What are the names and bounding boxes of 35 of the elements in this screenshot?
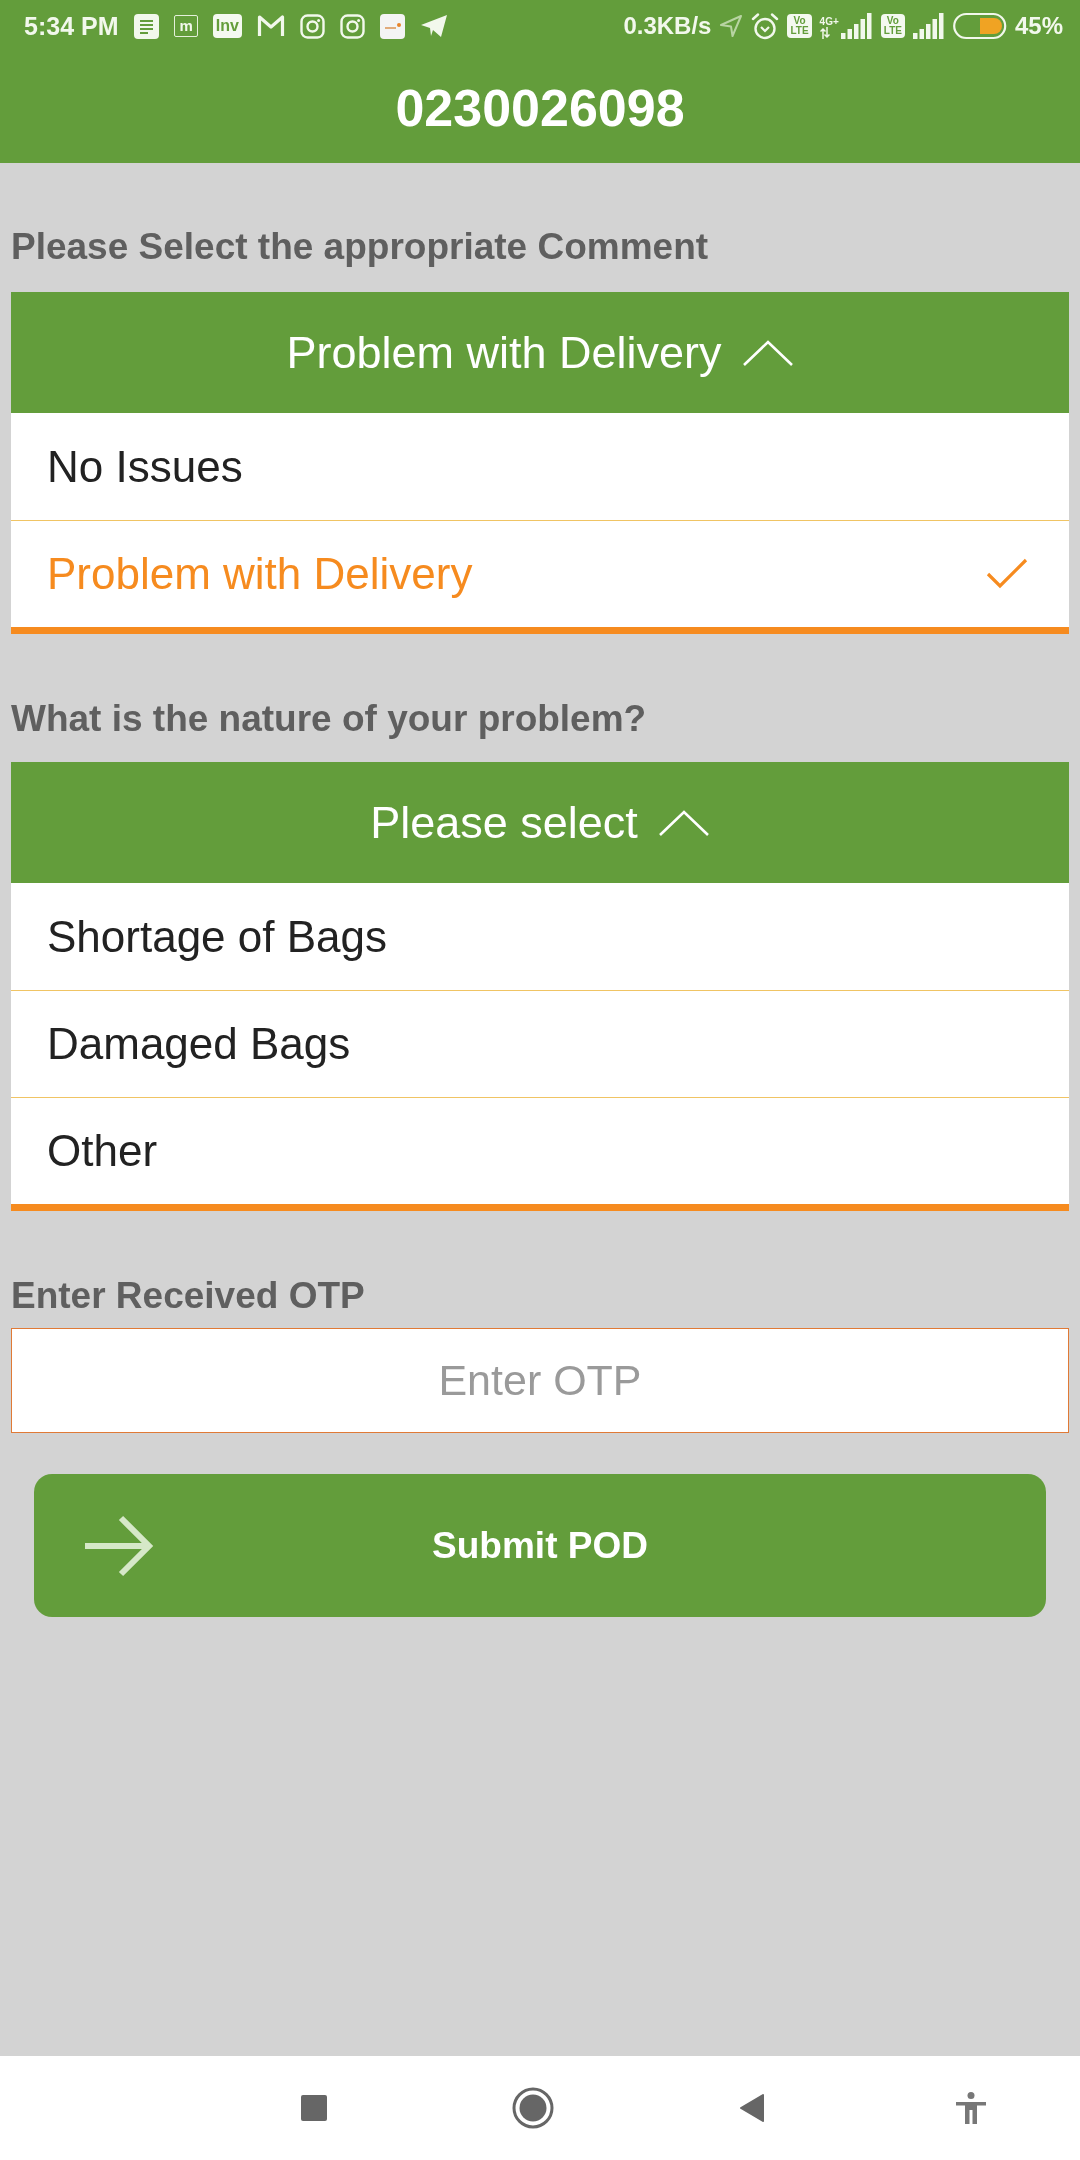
camera-icon (339, 13, 365, 39)
document-icon (134, 13, 160, 39)
data-arrows-icon (819, 27, 830, 39)
signal-icon (840, 13, 873, 39)
square-icon[interactable] (300, 2095, 327, 2121)
home-ring-icon[interactable] (511, 2087, 554, 2129)
section-label: Enter Received OTP (11, 1274, 366, 1318)
dropdown-option[interactable]: Damaged Bags (11, 990, 1069, 1097)
paper-plane-icon (419, 14, 448, 38)
app-logo-icon: m (174, 15, 198, 37)
back-triangle-icon[interactable] (738, 2093, 765, 2123)
dropdown-option[interactable]: Shortage of Bags (11, 883, 1069, 990)
alarm-clock-icon (751, 12, 780, 40)
arrow-icon (83, 1514, 155, 1577)
app-tile-icon (379, 13, 405, 39)
camera-icon (299, 13, 325, 39)
otp-input-field[interactable]: Enter OTP (11, 1328, 1069, 1433)
network-speed: 0.3KB/s (623, 14, 712, 38)
navigation-arrow-icon (719, 14, 744, 38)
status-time: 5:34 PM (24, 13, 119, 39)
accessibility-icon[interactable] (954, 2092, 987, 2124)
app-logo-icon: Inv (212, 14, 242, 38)
volte-tag: Vo LTE (787, 14, 812, 38)
app-title: 0230026098 (395, 81, 685, 134)
battery-percent: 45% (1014, 14, 1063, 38)
signal-icon (912, 13, 945, 39)
check-icon (986, 558, 1028, 590)
section-label: What is the nature of your problem? (11, 697, 648, 741)
battery-icon (952, 12, 1007, 40)
volte-tag: Vo LTE (880, 14, 905, 38)
dropdown-option[interactable]: Other (11, 1097, 1069, 1204)
dropdown-option[interactable]: No Issues (11, 413, 1069, 520)
m-logo-icon (256, 14, 285, 38)
section-label: Please Select the appropriate Comment (11, 225, 710, 269)
network-type-label: 4G+ (819, 17, 839, 27)
